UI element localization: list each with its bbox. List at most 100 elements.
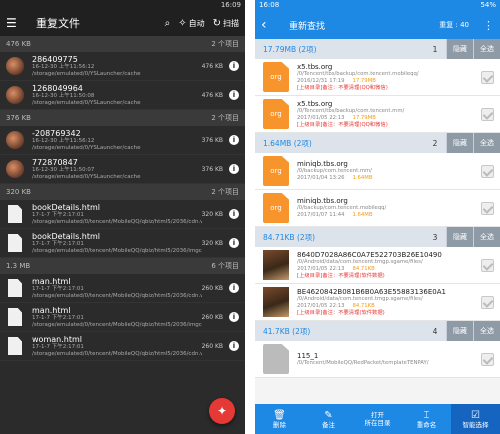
file-info: 286409775 16-12-30 上午11:56:12/storage/emu… — [32, 55, 202, 78]
file-row[interactable]: BE4620842B081B6B0A63E55883136E0A1/0/Andr… — [255, 284, 500, 321]
file-info: x5.tbs.org/0/Tencent/tbs/backup/com.tenc… — [297, 63, 475, 92]
info-icon[interactable]: i — [229, 209, 239, 219]
file-path: /0/Android/data/com.tencent.tmgp.sgame/f… — [297, 295, 423, 302]
file-size: 84.71KB — [352, 265, 375, 272]
bottom-button-2[interactable]: 打开 所在目录 — [353, 404, 402, 434]
hide-button[interactable]: 隐藏 — [446, 133, 473, 153]
file-size: 260 KB — [201, 313, 223, 321]
group-index: 2 — [432, 138, 438, 148]
file-size: 320 KB — [201, 210, 223, 218]
file-row[interactable]: -208769342 16-12-30 上午11:56:12/storage/em… — [0, 126, 245, 155]
file-row[interactable]: man.html 17-1-7 下午2:17:01/storage/emulate… — [0, 274, 245, 303]
bottom-button-label: 重命名 — [416, 420, 437, 429]
file-date: 2016/12/31 17:19 — [297, 77, 345, 84]
file-date: 17-1-7 下午2:17:01 — [32, 285, 84, 292]
select-checkbox[interactable] — [481, 258, 494, 272]
info-icon[interactable]: i — [229, 135, 239, 145]
file-size: 84.71KB — [352, 302, 375, 309]
file-name: miniqb.tbs.org — [297, 160, 348, 168]
bottom-button-1[interactable]: ✎ 备注 — [304, 404, 353, 434]
bottom-button-0[interactable]: 🗑 删除 — [255, 404, 304, 434]
info-icon[interactable]: i — [229, 238, 239, 248]
file-size: 320 KB — [201, 239, 223, 247]
bottom-button-label: 智能选择 — [462, 420, 489, 429]
file-size: 1.64MB — [352, 212, 373, 218]
group-size: 84.71KB (2项) — [255, 232, 424, 243]
file-info: miniqb.tbs.org/0/backup/com.tencent.mm/2… — [297, 160, 475, 182]
file-name: 286409775 — [32, 54, 78, 64]
image-thumbnail — [6, 86, 24, 104]
status-bar: 16:09 — [0, 0, 245, 10]
file-row[interactable]: woman.html 17-1-7 下午2:17:01/storage/emula… — [0, 332, 245, 361]
file-date: 16-12-30 上午11:50:08 — [32, 92, 95, 99]
file-path: /storage/emulated/0/tencent/MobileQQ/qbi… — [32, 218, 202, 225]
select-all-button[interactable]: 全选 — [473, 133, 500, 153]
file-row[interactable]: org miniqb.tbs.org/0/backup/com.tencent.m… — [255, 153, 500, 190]
info-icon[interactable]: i — [229, 341, 239, 351]
file-row[interactable]: org miniqb.tbs.org/0/backup/com.tencent.m… — [255, 190, 500, 227]
back-icon[interactable]: ‹ — [261, 17, 275, 33]
menu-icon[interactable]: ☰ — [6, 16, 18, 30]
file-info: BE4620842B081B6B0A63E55883136E0A1/0/Andr… — [297, 288, 475, 317]
file-info: -208769342 16-12-30 上午11:56:12/storage/em… — [32, 129, 202, 152]
file-row[interactable]: org x5.tbs.org/0/Tencent/tbs/backup/com.t… — [255, 59, 500, 96]
status-time: 16:08 — [259, 1, 280, 9]
org-file-icon: org — [263, 99, 289, 129]
file-name: man.html — [32, 305, 71, 315]
select-all-button[interactable]: 全选 — [473, 321, 500, 341]
file-info: 8640D7028A86C0A7E522703B26E10490/0/Andro… — [297, 251, 475, 280]
hide-button[interactable]: 隐藏 — [446, 227, 473, 247]
file-row[interactable]: 115_1/0/Tencent/MobileQQ/RedPacket/templ… — [255, 341, 500, 378]
info-icon[interactable]: i — [229, 61, 239, 71]
file-name: miniqb.tbs.org — [297, 197, 348, 205]
file-meta: 2017/01/05 22:13 84.71KB — [297, 266, 475, 273]
group-size: 41.7KB (2项) — [255, 326, 424, 337]
select-checkbox[interactable] — [481, 164, 494, 178]
file-row[interactable]: bookDetails.html 17-1-7 下午2:17:01/storage… — [0, 200, 245, 229]
hide-button[interactable]: 隐藏 — [446, 39, 473, 59]
file-row[interactable]: 286409775 16-12-30 上午11:56:12/storage/emu… — [0, 52, 245, 81]
file-path: /storage/emulated/0/tencent/MobileQQ/qbi… — [32, 247, 202, 254]
clean-fab-button[interactable]: ✦ — [209, 398, 235, 424]
file-note: [上级目录]备注：不要清理(软件数据) — [297, 309, 385, 316]
file-row[interactable]: 1268049964 16-12-30 上午11:50:08/storage/em… — [0, 81, 245, 110]
image-thumbnail — [6, 131, 24, 149]
select-checkbox[interactable] — [481, 107, 494, 121]
file-name: bookDetails.html — [32, 231, 100, 241]
search-button[interactable]: ⌕ — [165, 18, 171, 29]
bottom-button-3[interactable]: ⌶ 重命名 — [402, 404, 451, 434]
select-checkbox[interactable] — [481, 352, 494, 366]
file-row[interactable]: 8640D7028A86C0A7E522703B26E10490/0/Andro… — [255, 247, 500, 284]
file-name: bookDetails.html — [32, 202, 100, 212]
file-row[interactable]: bookDetails.html 17-1-7 下午2:17:01/storage… — [0, 229, 245, 258]
bottom-action-bar: 🗑 删除 ✎ 备注 打开 所在目录 ⌶ 重命名 ☑ 智能选择 — [255, 404, 500, 434]
info-icon[interactable]: i — [229, 164, 239, 174]
file-path: /storage/emulated/0/YSLauncher/cache — [32, 144, 141, 151]
group-size-value: 17.79MB — [263, 44, 297, 54]
wand-icon: ✧ — [178, 17, 187, 29]
more-options-icon[interactable]: ⋮ — [483, 19, 494, 32]
file-row[interactable]: org x5.tbs.org/0/Tencent/tbs/backup/com.t… — [255, 96, 500, 133]
info-icon[interactable]: i — [229, 312, 239, 322]
rescan-button[interactable]: 重新查找 — [289, 19, 439, 32]
info-icon[interactable]: i — [229, 283, 239, 293]
auto-button[interactable]: ✧ 自动 — [178, 18, 204, 29]
group-header: 17.79MB (2项) 1 隐藏 全选 — [255, 39, 500, 59]
group-header: 320 KB 2 个项目 — [0, 184, 245, 200]
duplicate-group-list: 17.79MB (2项) 1 隐藏 全选 org x5.tbs.org/0/Tencent… — [255, 39, 500, 378]
group-size: 1.3 MB — [6, 262, 31, 270]
file-icon — [8, 279, 22, 297]
scan-button[interactable]: ↻ 扫描 — [213, 18, 239, 29]
select-checkbox[interactable] — [481, 201, 494, 215]
file-row[interactable]: man.html 17-1-7 下午2:17:01/storage/emulate… — [0, 303, 245, 332]
toolbar: ‹ 重新查找 重复 : 40 ⋮ — [255, 11, 500, 39]
select-checkbox[interactable] — [481, 70, 494, 84]
select-all-button[interactable]: 全选 — [473, 227, 500, 247]
info-icon[interactable]: i — [229, 90, 239, 100]
select-all-button[interactable]: 全选 — [473, 39, 500, 59]
file-row[interactable]: 772870847 16-12-30 上午11:50:07/storage/emu… — [0, 155, 245, 184]
select-checkbox[interactable] — [481, 295, 494, 309]
group-index: 1 — [432, 44, 438, 54]
bottom-button-4[interactable]: ☑ 智能选择 — [451, 404, 500, 434]
hide-button[interactable]: 隐藏 — [446, 321, 473, 341]
